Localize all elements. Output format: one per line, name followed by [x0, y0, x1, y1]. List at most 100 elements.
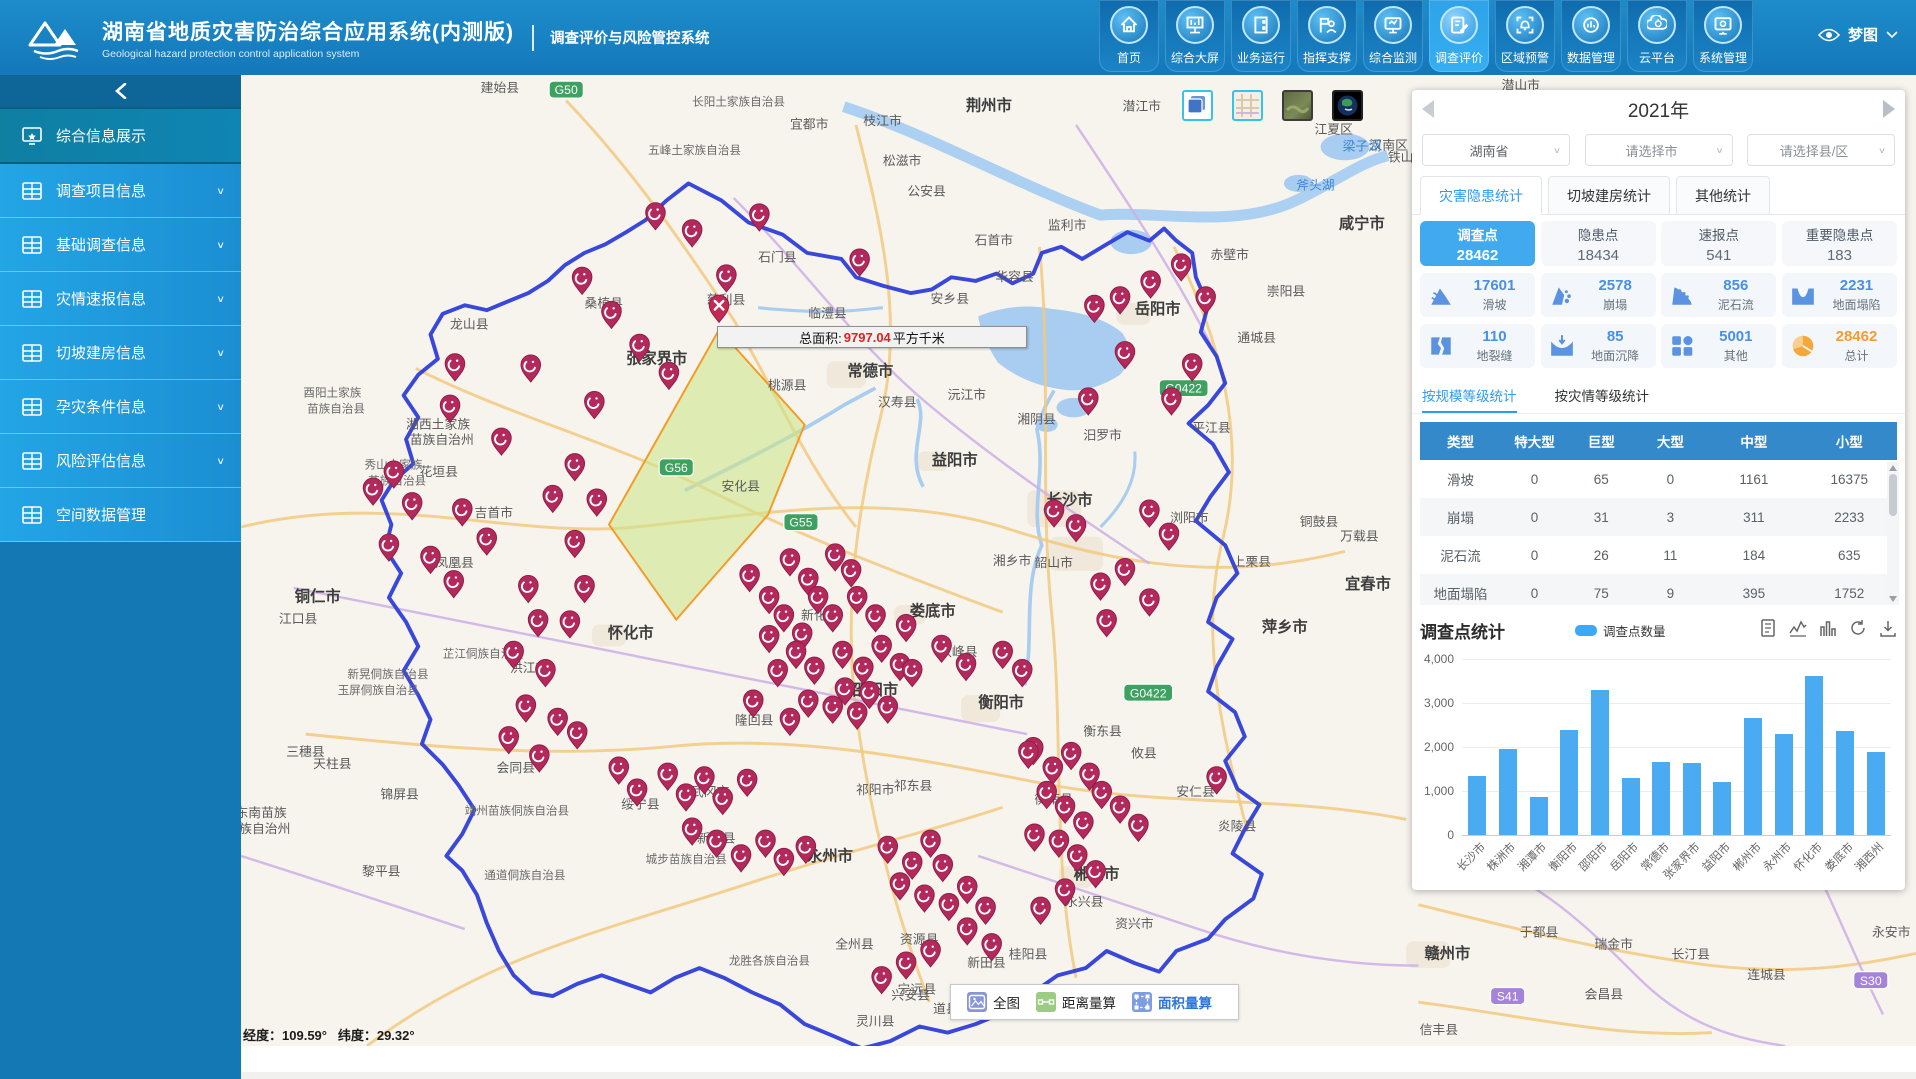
refresh-icon[interactable]	[1849, 619, 1867, 642]
barchart-icon[interactable]	[1819, 619, 1837, 642]
row-value: 31	[1568, 510, 1635, 525]
sidebar-item-综合信息展示[interactable]: 综合信息展示	[0, 107, 241, 164]
download-icon[interactable]	[1879, 619, 1897, 642]
next-year-button[interactable]	[1883, 100, 1895, 118]
sidebar-collapse-button[interactable]	[0, 75, 241, 107]
card-value: 18434	[1577, 247, 1619, 264]
sidebar-item-空间数据管理[interactable]: 空间数据管理	[0, 488, 241, 542]
survey-point-chart: 调查点统计 调查点数量 01,0002,0003,0004,000 长沙市株洲市…	[1412, 605, 1905, 889]
sidebar-item-基础调查信息[interactable]: 基础调查信息∨	[0, 218, 241, 272]
map-label: 祁东县	[894, 778, 933, 793]
nav-item-区域预警[interactable]: 区域预警	[1495, 0, 1555, 72]
table-header-类型: 类型	[1420, 431, 1501, 451]
nav-item-综合监测[interactable]: 综合监测	[1363, 0, 1423, 72]
sidebar-item-切坡建房信息[interactable]: 切坡建房信息∨	[0, 326, 241, 380]
bar-岳阳市[interactable]	[1622, 778, 1640, 835]
data-icon	[1572, 6, 1610, 44]
x-tick-label: 株洲市	[1484, 839, 1520, 875]
table-row-崩塌[interactable]: 崩塌03133112233	[1420, 498, 1897, 536]
table-row-泥石流[interactable]: 泥石流02611184635	[1420, 536, 1897, 574]
hazard-card-地裂缝[interactable]: 110地裂缝	[1420, 324, 1535, 368]
hazard-card-泥石流[interactable]: 856泥石流	[1661, 273, 1776, 317]
table-scrollbar[interactable]	[1887, 462, 1899, 605]
chart-legend[interactable]: 调查点数量	[1575, 621, 1666, 640]
hazard-card-其他[interactable]: 5001其他	[1661, 324, 1776, 368]
scrollbar-thumb[interactable]	[1889, 474, 1897, 516]
summary-card-速报点[interactable]: 速报点541	[1661, 221, 1776, 266]
hazard-card-崩塌[interactable]: 2578崩塌	[1541, 273, 1656, 317]
row-value: 395	[1706, 586, 1801, 601]
measure-tool-全图[interactable]: 全图	[967, 992, 1020, 1012]
year-selector: 2021年	[1412, 90, 1905, 128]
nav-item-云平台[interactable]: 云平台	[1627, 0, 1687, 72]
bar-张家界市[interactable]	[1683, 763, 1701, 835]
line-icon[interactable]	[1789, 619, 1807, 642]
nav-item-指挥支撑[interactable]: 指挥支撑	[1297, 0, 1357, 72]
nav-item-数据管理[interactable]: 数据管理	[1561, 0, 1621, 72]
bar-株洲市[interactable]	[1499, 749, 1517, 835]
chart-title: 调查点统计	[1420, 618, 1505, 643]
map-label: 万载县	[1340, 528, 1379, 543]
nav-item-业务运行[interactable]: 业务运行	[1231, 0, 1291, 72]
subtab-按灾情等级统计[interactable]: 按灾情等级统计	[1555, 377, 1650, 413]
bar-益阳市[interactable]	[1713, 782, 1731, 835]
hazard-card-地面塌陷[interactable]: 2231地面塌陷	[1782, 273, 1897, 317]
sidebar-item-调查项目信息[interactable]: 调查项目信息∨	[0, 164, 241, 218]
region-select-2[interactable]: 请选择县/区∨	[1747, 134, 1895, 166]
hazard-card-总计[interactable]: 28462总计	[1782, 324, 1897, 368]
summary-card-调查点[interactable]: 调查点28462	[1420, 221, 1535, 266]
table-row-滑坡[interactable]: 滑坡0650116116375	[1420, 460, 1897, 498]
bar-湘潭市[interactable]	[1530, 797, 1548, 835]
hazard-card-地面沉降[interactable]: 85地面沉降	[1541, 324, 1656, 368]
measure-tool-面积量算[interactable]: 面积量算	[1132, 992, 1212, 1012]
earth-thumb[interactable]	[1332, 90, 1363, 121]
hazard-label: 泥石流	[1718, 296, 1754, 313]
summary-card-隐患点[interactable]: 隐患点18434	[1541, 221, 1656, 266]
tab-灾害隐患统计[interactable]: 灾害隐患统计	[1420, 176, 1542, 215]
map-label: 酉阳土家族	[303, 386, 361, 400]
bar-长沙市[interactable]	[1468, 776, 1486, 835]
summary-card-重要隐患点[interactable]: 重要隐患点183	[1782, 221, 1897, 266]
bar-邵阳市[interactable]	[1591, 690, 1609, 835]
nav-item-系统管理[interactable]: 系统管理	[1693, 0, 1753, 72]
row-value: 11	[1635, 548, 1707, 563]
bar-slot-湘西州: 湘西州	[1860, 659, 1891, 835]
hazard-card-滑坡[interactable]: 17601滑坡	[1420, 273, 1535, 317]
sidebar-item-灾情速报信息[interactable]: 灾情速报信息∨	[0, 272, 241, 326]
sidebar-item-孕灾条件信息[interactable]: 孕灾条件信息∨	[0, 380, 241, 434]
map-label: 灵川县	[856, 1013, 895, 1028]
region-select-0[interactable]: 湖南省∨	[1422, 134, 1570, 166]
grid-icon	[22, 290, 42, 308]
scroll-down-icon[interactable]	[1889, 596, 1897, 602]
x-tick-label: 益阳市	[1698, 839, 1734, 875]
table-header-特大型: 特大型	[1501, 431, 1568, 451]
satellite-thumb[interactable]	[1282, 90, 1313, 121]
bar-衡阳市[interactable]	[1560, 730, 1578, 835]
sidebar-item-风险评估信息[interactable]: 风险评估信息∨	[0, 434, 241, 488]
scroll-up-icon[interactable]	[1889, 465, 1897, 471]
measure-tool-距离量算[interactable]: 距离量算	[1036, 992, 1116, 1012]
bar-郴州市[interactable]	[1744, 718, 1762, 835]
tab-切坡建房统计[interactable]: 切坡建房统计	[1548, 176, 1670, 214]
nav-item-调查评价[interactable]: 调查评价	[1429, 0, 1489, 72]
nav-item-综合大屏[interactable]: 综合大屏	[1165, 0, 1225, 72]
nav-item-首页[interactable]: 首页	[1099, 0, 1159, 72]
bar-常德市[interactable]	[1652, 762, 1670, 835]
user-box[interactable]: 梦图	[1818, 24, 1898, 45]
map-label: 潜江市	[1123, 98, 1162, 113]
layers-icon[interactable]	[1182, 90, 1213, 121]
doc-icon[interactable]	[1759, 619, 1777, 642]
bar-怀化市[interactable]	[1805, 676, 1823, 835]
region-select-1[interactable]: 请选择市∨	[1585, 134, 1733, 166]
bigscreen-icon	[1176, 6, 1214, 44]
stat-cards: 调查点28462隐患点18434速报点541重要隐患点183 17601滑坡25…	[1412, 215, 1905, 377]
legend-label: 调查点数量	[1603, 621, 1666, 640]
bar-湘西州[interactable]	[1867, 752, 1885, 835]
bar-永州市[interactable]	[1775, 734, 1793, 835]
roadmap-thumb[interactable]	[1232, 90, 1263, 121]
subtab-按规模等级统计[interactable]: 按规模等级统计	[1422, 377, 1517, 413]
bar-娄底市[interactable]	[1836, 731, 1854, 835]
table-row-地面塌陷[interactable]: 地面塌陷07593951752	[1420, 574, 1897, 605]
prev-year-button[interactable]	[1422, 100, 1434, 118]
tab-其他统计[interactable]: 其他统计	[1676, 176, 1770, 214]
